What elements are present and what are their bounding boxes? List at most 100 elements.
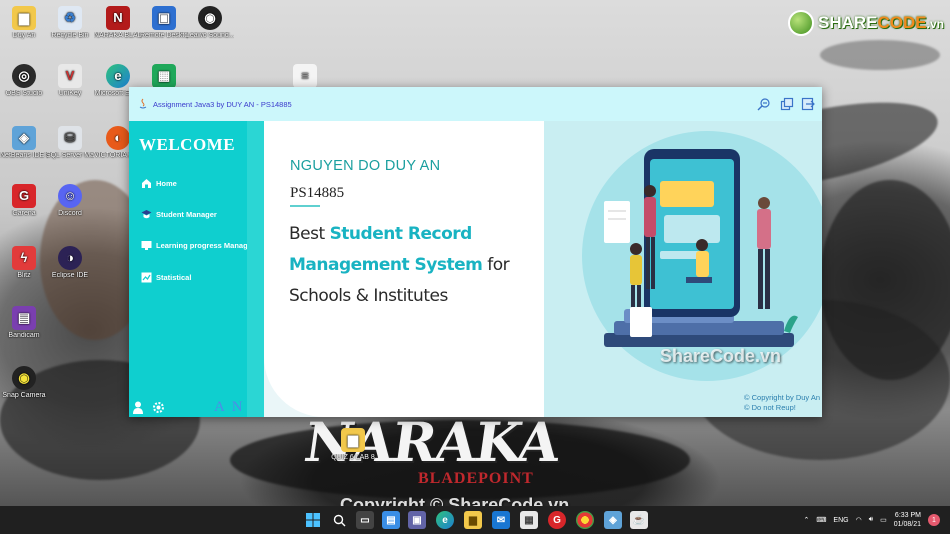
chevron-up-icon[interactable]: ⌃ [803,516,809,524]
netbeans-icon: ◈ [609,514,617,526]
user-icon[interactable] [132,401,144,419]
unikey-icon: V [58,64,82,88]
garena-icon: G [553,514,561,526]
id-underline [290,205,320,207]
start-button[interactable] [304,511,322,529]
keyboard-icon[interactable]: ⌨ [816,516,826,524]
app-window: Assignment Java3 by DUY AN - PS14885 WEL… [129,87,822,417]
desktop-icon-obs[interactable]: ◎ OBS Studio [0,64,48,98]
desktop-icon-leawo[interactable]: ◉ Leawo Sound... [186,6,234,40]
chat-icon: ▣ [412,514,422,526]
search-icon [333,514,345,526]
welcome-banner: NGUYEN DO DUY AN PS14885 Best Student Re… [264,121,822,417]
speaker-icon: ◉ [198,6,222,30]
java-icon: ☕ [632,514,646,526]
grid-app-icon: ▦ [152,64,176,88]
desktop-icon-user-folder[interactable]: ▆ Duy An [0,6,48,40]
student-management-illustration [604,149,798,347]
document-icon: ≡ [293,64,317,88]
chart-icon [140,271,152,283]
task-view-icon: ▭ [360,514,370,526]
language-indicator[interactable]: ENG [833,517,848,524]
edge-taskbar-button[interactable]: e [436,511,454,529]
widgets-button[interactable]: ▤ [382,511,400,529]
file-explorer-button[interactable]: ▆ [464,511,482,529]
netbeans-icon: ◈ [12,126,36,150]
mail-button[interactable]: ✉ [492,511,510,529]
edge-icon: e [442,514,448,526]
sharecode-ball-icon [788,10,814,36]
restore-icon [780,97,794,111]
welcome-heading: WELCOME [139,135,236,154]
garena-taskbar-button[interactable]: G [548,511,566,529]
exit-button[interactable] [800,96,816,112]
nav-item-learning-progress[interactable]: Learning progress Manage [140,237,252,253]
desktop-folder-quiz[interactable]: ▆ QUIZ 6 LAB 8 [330,428,376,462]
minimize-button[interactable] [756,96,772,112]
sql-server-icon: ⛁ [58,126,82,150]
author-name: NGUYEN DO DUY AN [290,158,441,174]
nav-item-home[interactable]: Home [140,175,177,191]
victoria-icon: ◐ [106,126,130,150]
netbeans-taskbar-button[interactable]: ◈ [604,511,622,529]
taskbar: ▭ ▤ ▣ e ▆ ✉ ▦ G ◈ ☕ ⌃ ⌨ ENG ◠ 🔊︎ ▭ 6:33 … [0,506,950,534]
restore-button[interactable] [779,96,795,112]
search-button[interactable] [330,511,348,529]
edge-icon: e [106,64,130,88]
desktop-icon-snap-camera[interactable]: ◉ Snap Camera [0,366,48,400]
java-app-taskbar-button[interactable]: ☕ [630,511,648,529]
clock[interactable]: 6:33 PM 01/08/21 [894,511,921,529]
desktop-icon-eclipse[interactable]: ◑ Eclipse IDE [46,246,94,280]
chrome-button[interactable] [576,511,594,529]
desktop-icon-unikey[interactable]: V UniKey [46,64,94,98]
title-bar[interactable]: Assignment Java3 by DUY AN - PS14885 [129,87,822,121]
desktop-icon-naraka[interactable]: N NARAKA BLADEPOI... [94,6,142,40]
desktop-icon-recycle-bin[interactable]: ♻ Recycle Bin [46,6,94,40]
zoom-out-icon [757,98,770,111]
nav-item-student-manager[interactable]: Student Manager [140,206,217,222]
mail-icon: ✉ [496,514,506,526]
snap-camera-icon: ◉ [12,366,36,390]
game-subtitle: BLADEPOINT [418,470,534,487]
blitz-icon: ϟ [12,246,36,270]
sharecode-watermark: ShareCode.vn [660,346,782,366]
teams-button[interactable]: ▣ [408,511,426,529]
desktop-icon-netbeans[interactable]: ◈ NetBeans IDE 8.2 [0,126,48,160]
obs-icon: ◎ [12,64,36,88]
desktop-icon-garena[interactable]: G Garena [0,184,48,218]
store-button[interactable]: ▦ [520,511,538,529]
volume-icon[interactable]: 🔊︎ [869,516,873,524]
eclipse-icon: ◑ [58,246,82,270]
windows-logo-icon [306,513,320,527]
nav-item-statistical[interactable]: Statistical [140,269,191,285]
widgets-icon: ▤ [386,514,396,526]
wifi-icon[interactable]: ◠ [856,516,862,524]
folder-icon: ▆ [12,6,36,30]
remote-desktop-icon: ▣ [152,6,176,30]
settings-gear-icon[interactable] [152,401,165,419]
desktop-icon-sql-server[interactable]: ⛁ SQL Server Manage... [46,126,94,160]
system-tray: ⌃ ⌨ ENG ◠ 🔊︎ ▭ 6:33 PM 01/08/21 1 [803,506,940,534]
student-id: PS14885 [290,185,345,201]
notification-badge[interactable]: 1 [928,514,940,526]
author-mark: A N [214,399,245,415]
store-icon: ▦ [524,514,534,526]
folder-icon: ▆ [469,514,477,526]
sidebar-divider [247,121,264,417]
desktop-icon-remote-desktop[interactable]: ▣ Remote Desktop... [140,6,188,40]
task-view-button[interactable]: ▭ [356,511,374,529]
desktop-icon-blitz[interactable]: ϟ Blitz [0,246,48,280]
naraka-icon: N [106,6,130,30]
sidebar: WELCOME Home Student Manager Learning pr… [129,121,252,417]
home-icon [140,177,152,189]
java-icon [139,98,147,109]
desktop-icon-discord[interactable]: ☺ Discord [46,184,94,218]
exit-icon [801,97,815,111]
bandicam-icon: ▤ [12,306,36,330]
copyright-note: © Copyright by Duy An © Do not Reup! [744,393,820,412]
sidebar-footer: A N [129,399,264,417]
student-icon [140,208,152,220]
desktop-icon-bandicam[interactable]: ▤ Bandicam [0,306,48,340]
battery-icon[interactable]: ▭ [880,516,887,524]
monitor-icon [140,239,152,251]
